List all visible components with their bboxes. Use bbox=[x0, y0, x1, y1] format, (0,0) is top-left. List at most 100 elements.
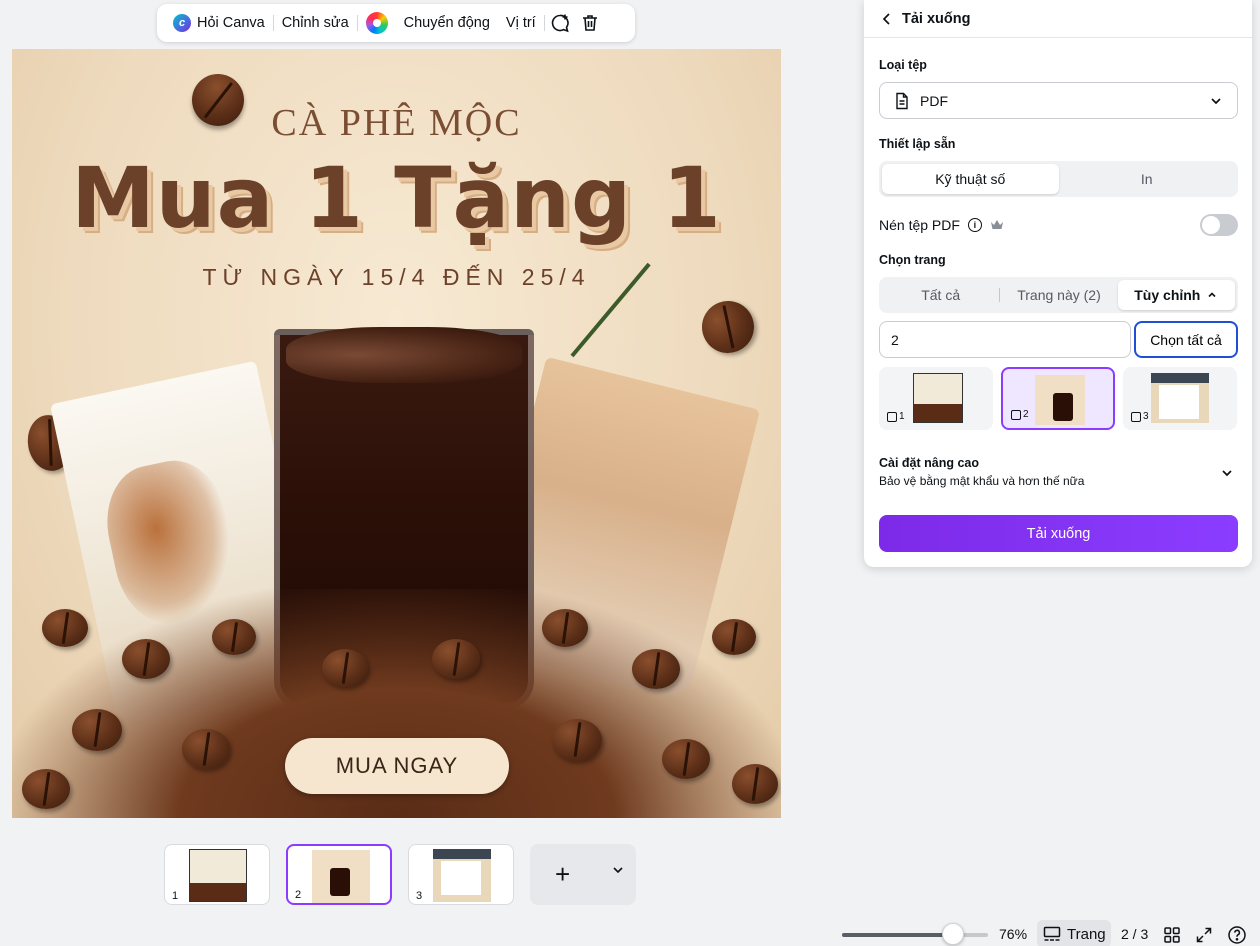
page-thumbnail-image bbox=[312, 850, 370, 903]
page-range-input[interactable] bbox=[879, 321, 1131, 358]
file-type-value: PDF bbox=[920, 92, 948, 109]
position-button[interactable]: Vị trí bbox=[498, 8, 544, 38]
coffee-bean-image bbox=[182, 729, 230, 769]
panel-title: Tải xuống bbox=[902, 10, 971, 27]
preset-label: Thiết lập sẵn bbox=[879, 137, 956, 151]
page-number: 2 bbox=[293, 889, 304, 901]
page-number: 1 bbox=[899, 411, 905, 422]
download-panel: Tải xuống Loại tệp PDF Thiết lập sẵn Kỹ … bbox=[864, 0, 1252, 567]
page-select-thumbnail-3[interactable]: 3 bbox=[1123, 367, 1237, 430]
design-canvas[interactable]: CÀ PHÊ MỘC Mua 1 Tặng 1 TỪ NGÀY 15/4 ĐẾN… bbox=[12, 49, 781, 818]
help-icon bbox=[1228, 926, 1246, 944]
checkbox-icon bbox=[1011, 409, 1021, 420]
design-dates: TỪ NGÀY 15/4 ĐẾN 25/4 bbox=[202, 264, 591, 290]
plus-icon: + bbox=[555, 859, 571, 889]
download-button[interactable]: Tải xuống bbox=[879, 515, 1238, 552]
coffee-bean-image bbox=[22, 769, 70, 809]
page-thumbnail-image bbox=[913, 373, 963, 423]
page-option-current[interactable]: Trang này (2) bbox=[1000, 280, 1117, 310]
checkbox-icon bbox=[1131, 411, 1141, 422]
document-icon bbox=[896, 92, 908, 109]
help-button[interactable] bbox=[1226, 924, 1248, 946]
coffee-bean-image bbox=[732, 764, 778, 804]
page-option-all[interactable]: Tất cả bbox=[882, 280, 999, 310]
page-thumbnail-image bbox=[433, 849, 491, 902]
info-icon[interactable]: i bbox=[967, 218, 982, 232]
compress-pdf-label: Nén tệp PDF bbox=[879, 217, 960, 233]
edit-button[interactable]: Chỉnh sửa bbox=[274, 8, 357, 38]
page-thumbnail-image bbox=[189, 849, 247, 902]
animate-label: Chuyển động bbox=[403, 15, 490, 31]
zoom-slider-handle[interactable] bbox=[941, 923, 964, 945]
design-subtitle: CÀ PHÊ MỘC bbox=[271, 102, 522, 144]
file-type-select[interactable]: PDF bbox=[879, 82, 1238, 119]
page-thumbnail-2[interactable]: 2 bbox=[286, 844, 392, 905]
color-wheel-icon bbox=[365, 12, 388, 34]
advanced-settings-subtitle: Bảo vệ bằng mật khẩu và hơn thế nữa bbox=[879, 474, 1085, 488]
edit-label: Chỉnh sửa bbox=[281, 15, 349, 31]
grid-view-button[interactable] bbox=[1161, 924, 1183, 946]
coffee-bean-image bbox=[552, 719, 602, 761]
compress-pdf-row: Nén tệp PDF i bbox=[879, 213, 1238, 237]
page-option-custom[interactable]: Tùy chỉnh bbox=[1117, 280, 1235, 310]
select-all-button[interactable]: Chọn tất cả bbox=[1134, 321, 1238, 358]
page-number: 3 bbox=[414, 890, 425, 902]
fullscreen-button[interactable] bbox=[1193, 924, 1215, 946]
page-strip: 1 2 3 + bbox=[164, 844, 636, 905]
preset-option-digital[interactable]: Kỹ thuật số bbox=[882, 164, 1059, 194]
page-select-checkbox[interactable]: 3 bbox=[1131, 411, 1149, 422]
zoom-slider-fill bbox=[842, 933, 953, 937]
pages-view-label: Trang bbox=[1067, 925, 1106, 943]
add-page-button[interactable]: + bbox=[530, 844, 636, 905]
position-label: Vị trí bbox=[505, 15, 536, 31]
page-thumbnail-3[interactable]: 3 bbox=[408, 844, 514, 905]
panel-header: Tải xuống bbox=[864, 0, 1252, 38]
page-select-thumbnail-2[interactable]: 2 bbox=[1001, 367, 1115, 430]
page-number: 1 bbox=[170, 890, 181, 902]
coffee-bean-image bbox=[694, 293, 762, 361]
coffee-bean-image bbox=[712, 619, 756, 655]
preset-option-print[interactable]: In bbox=[1059, 164, 1236, 194]
coffee-bean-image bbox=[432, 639, 480, 679]
checkbox-icon bbox=[887, 411, 897, 422]
color-button[interactable] bbox=[358, 8, 396, 38]
animate-button[interactable]: Chuyển động bbox=[396, 8, 498, 38]
add-comment-button[interactable] bbox=[545, 8, 575, 38]
grid-icon bbox=[1164, 927, 1180, 943]
select-pages-label: Chọn trang bbox=[879, 253, 946, 267]
coffee-bean-image bbox=[212, 619, 256, 655]
chevron-down-icon bbox=[1211, 97, 1221, 104]
page-number: 3 bbox=[1143, 411, 1149, 422]
advanced-settings-title: Cài đặt nâng cao bbox=[879, 456, 980, 470]
pages-view-button[interactable]: Trang bbox=[1037, 920, 1111, 946]
zoom-level[interactable]: 76% bbox=[999, 926, 1027, 942]
chevron-down-icon bbox=[1222, 470, 1232, 477]
delete-button[interactable] bbox=[575, 8, 605, 38]
coffee-bean-image bbox=[542, 609, 588, 647]
pages-icon bbox=[1043, 926, 1061, 941]
comment-plus-icon bbox=[551, 14, 569, 33]
compress-pdf-toggle[interactable] bbox=[1200, 214, 1238, 236]
page-number: 2 bbox=[1023, 409, 1029, 420]
coffee-bean-image bbox=[72, 709, 122, 751]
back-chevron-icon[interactable] bbox=[880, 12, 894, 26]
ask-canva-button[interactable]: c Hỏi Canva bbox=[165, 8, 273, 38]
zoom-slider[interactable] bbox=[842, 933, 988, 937]
expand-icon bbox=[1196, 927, 1212, 943]
page-option-custom-label: Tùy chỉnh bbox=[1134, 287, 1201, 303]
buy-now-button[interactable]: MUA NGAY bbox=[285, 738, 509, 794]
page-select-checkbox[interactable]: 2 bbox=[1011, 409, 1029, 420]
chevron-down-icon[interactable] bbox=[610, 862, 626, 878]
page-select-checkbox[interactable]: 1 bbox=[887, 411, 905, 422]
page-select-thumbnail-1[interactable]: 1 bbox=[879, 367, 993, 430]
page-thumbnail-1[interactable]: 1 bbox=[164, 844, 270, 905]
chevron-up-icon bbox=[1208, 292, 1216, 298]
crown-icon bbox=[990, 220, 1003, 229]
preset-segmented-control: Kỹ thuật số In bbox=[879, 161, 1238, 197]
page-thumbnail-image bbox=[1151, 373, 1209, 423]
canva-ai-icon: c bbox=[173, 14, 191, 32]
page-selection-control: Tất cả Trang này (2) Tùy chỉnh bbox=[879, 277, 1238, 313]
advanced-settings-expander[interactable]: Cài đặt nâng cao Bảo vệ bằng mật khẩu và… bbox=[879, 456, 1238, 492]
file-type-label: Loại tệp bbox=[879, 58, 927, 72]
page-counter: 2 / 3 bbox=[1121, 926, 1149, 942]
